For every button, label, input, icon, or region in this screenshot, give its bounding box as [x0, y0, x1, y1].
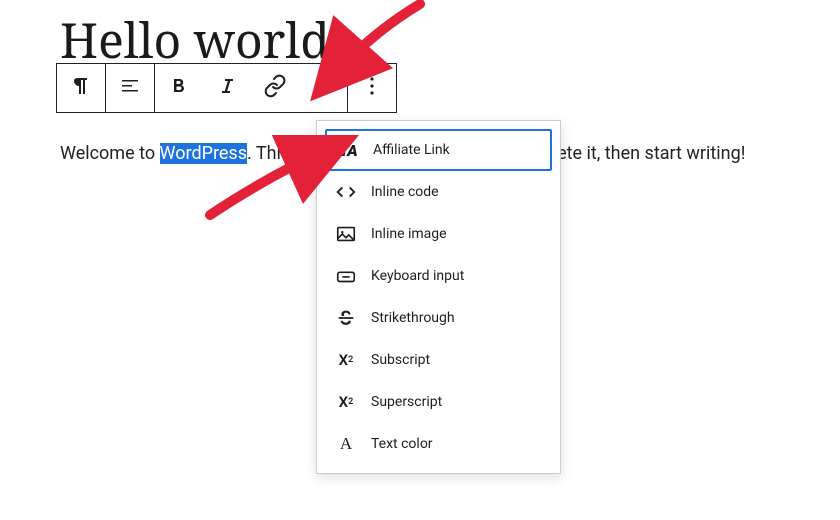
link-button[interactable] [251, 64, 299, 112]
toolbar-group-block [57, 64, 106, 112]
dropdown-item-label: Strikethrough [371, 310, 455, 326]
selected-text: WordPress [160, 143, 247, 164]
paragraph-icon [69, 74, 93, 102]
dropdown-item-label: Text color [371, 436, 433, 452]
text-color-icon: A [335, 433, 357, 455]
dropdown-item-label: Subscript [371, 352, 430, 368]
dropdown-item-inline-image[interactable]: Inline image [325, 213, 552, 255]
dropdown-item-text-color[interactable]: A Text color [325, 423, 552, 465]
more-vertical-icon [360, 74, 384, 102]
link-icon [263, 74, 287, 102]
code-icon [335, 181, 357, 203]
block-toolbar [56, 63, 397, 113]
toolbar-group-format [155, 64, 348, 112]
paragraph-mid: . This [247, 143, 290, 164]
paragraph-pre: Welcome to [60, 143, 160, 164]
keyboard-icon [335, 265, 357, 287]
bold-button[interactable] [155, 64, 203, 112]
toolbar-group-align [106, 64, 155, 112]
more-format-button[interactable] [299, 64, 347, 112]
dropdown-item-label: Inline code [371, 184, 439, 200]
dropdown-item-affiliate-link[interactable]: TA Affiliate Link [325, 129, 552, 171]
ta-icon: TA [337, 139, 359, 161]
dropdown-item-inline-code[interactable]: Inline code [325, 171, 552, 213]
post-title[interactable]: Hello world! [60, 12, 780, 70]
subscript-icon: X2 [335, 349, 357, 371]
dropdown-item-subscript[interactable]: X2 Subscript [325, 339, 552, 381]
format-dropdown: TA Affiliate Link Inline code Inline ima… [316, 120, 561, 474]
dropdown-item-strikethrough[interactable]: Strikethrough [325, 297, 552, 339]
strikethrough-icon [335, 307, 357, 329]
chevron-down-icon [311, 74, 335, 102]
bold-icon [167, 74, 191, 102]
dropdown-item-keyboard-input[interactable]: Keyboard input [325, 255, 552, 297]
dropdown-item-label: Inline image [371, 226, 447, 242]
align-button[interactable] [106, 64, 154, 112]
dropdown-item-label: Superscript [371, 394, 442, 410]
toolbar-group-more [348, 64, 396, 112]
dropdown-item-label: Affiliate Link [373, 142, 450, 158]
more-options-button[interactable] [348, 64, 396, 112]
dropdown-item-label: Keyboard input [371, 268, 464, 284]
superscript-icon: X2 [335, 391, 357, 413]
image-icon [335, 223, 357, 245]
italic-icon [215, 74, 239, 102]
paragraph-post: elete it, then start writing! [543, 143, 745, 164]
align-left-icon [118, 74, 142, 102]
italic-button[interactable] [203, 64, 251, 112]
paragraph-block-button[interactable] [57, 64, 105, 112]
dropdown-item-superscript[interactable]: X2 Superscript [325, 381, 552, 423]
